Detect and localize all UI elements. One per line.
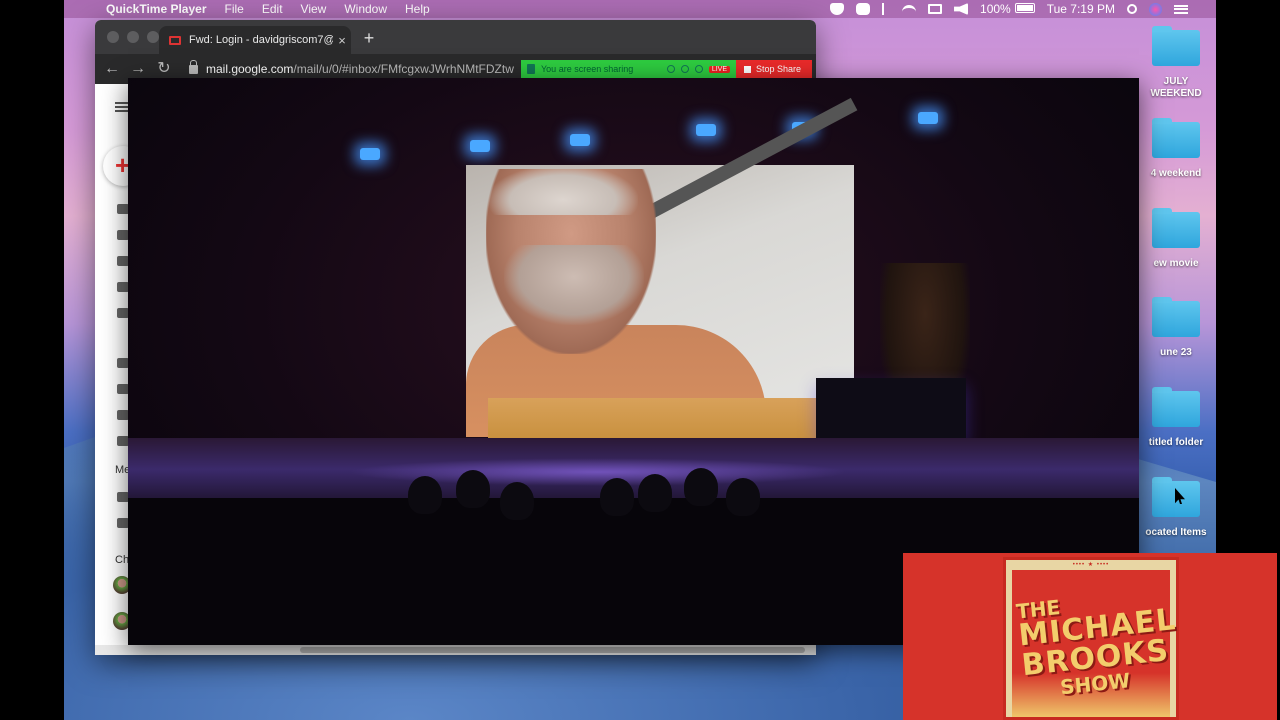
show-logo: •••• ★ •••• THE MICHAEL BROOKS SHOW (1003, 557, 1179, 720)
main-menu-icon[interactable] (115, 102, 129, 112)
folder-icon (1152, 387, 1200, 427)
shield-icon[interactable] (830, 3, 845, 15)
stage-backdrop (488, 398, 818, 438)
volume-icon[interactable] (954, 3, 969, 15)
audience-head (500, 482, 534, 520)
stage-light (570, 134, 590, 146)
battery-icon (1014, 3, 1035, 13)
desktop-folder[interactable]: ew movie (1136, 208, 1216, 270)
back-button[interactable]: ← (99, 57, 125, 81)
url-path: /mail/u/0/#inbox/FMfcgxwJWrhNMtFDZtw (293, 62, 514, 76)
projection-screen (466, 97, 858, 437)
folder-icon (1152, 118, 1200, 158)
desktop-folder[interactable]: titled folder (1136, 387, 1216, 449)
logo-inner: THE MICHAEL BROOKS SHOW (1012, 570, 1178, 717)
search-icon[interactable] (1127, 4, 1137, 14)
tab-bar: Fwd: Login - davidgriscom7@g × + (95, 20, 816, 54)
bluetooth-icon[interactable] (882, 3, 890, 15)
share-status[interactable]: You are screen sharing LIVE (521, 60, 736, 78)
folder-label: JULY WEEKEND (1150, 76, 1202, 99)
menu-bar: QuickTime Player File Edit View Window H… (64, 0, 1216, 18)
window-controls (107, 31, 159, 43)
wifi-icon[interactable] (902, 5, 917, 13)
zoom-icon[interactable] (856, 3, 871, 15)
live-badge: LIVE (708, 65, 730, 73)
audience-head (684, 468, 718, 506)
status-area: 100% Tue 7:19 PM (830, 0, 1188, 18)
stage-light (696, 124, 716, 136)
stage-light (360, 148, 380, 160)
menu-window[interactable]: Window (344, 2, 387, 16)
zoom-window-button[interactable] (147, 31, 159, 43)
folder-icon (1152, 208, 1200, 248)
audience-head (456, 470, 490, 508)
close-window-button[interactable] (107, 31, 119, 43)
desktop-folder[interactable]: 4 weekend (1136, 118, 1216, 180)
chat-heading: Ch (115, 554, 130, 566)
show-logo-overlay: •••• ★ •••• THE MICHAEL BROOKS SHOW (903, 553, 1277, 720)
new-tab-button[interactable]: + (359, 28, 379, 48)
person-hair (488, 165, 638, 215)
tab-gmail[interactable]: Fwd: Login - davidgriscom7@g × (159, 26, 351, 54)
clock[interactable]: Tue 7:19 PM (1047, 2, 1115, 16)
airplay-icon[interactable] (928, 4, 943, 14)
url-host: mail.google.com (206, 62, 294, 76)
audio-icon[interactable] (666, 65, 675, 73)
stage-light (918, 112, 938, 124)
menu-view[interactable]: View (301, 2, 327, 16)
stop-share-button[interactable]: Stop Share (736, 60, 812, 78)
menu-list-icon[interactable] (1174, 4, 1188, 14)
tab-title: Fwd: Login - davidgriscom7@g (189, 34, 333, 46)
security-icon[interactable] (694, 65, 703, 73)
apple-menu-icon[interactable] (78, 2, 90, 16)
folder-label: titled folder (1148, 437, 1204, 448)
logo-ornament: •••• ★ •••• (1072, 562, 1110, 568)
folder-label: ew movie (1153, 258, 1199, 269)
share-status-text: You are screen sharing (541, 64, 634, 74)
audience-head (726, 478, 760, 516)
stop-share-label: Stop Share (756, 64, 802, 74)
person-beard (504, 245, 644, 325)
folder-label: une 23 (1160, 347, 1192, 358)
folder-icon (1152, 297, 1200, 337)
folder-label: ocated Items (1145, 527, 1207, 538)
audience-head (638, 474, 672, 512)
screen-share-bar: You are screen sharing LIVE Stop Share (521, 60, 812, 78)
desktop-folder[interactable]: JULY WEEKEND (1136, 26, 1216, 100)
audience-head (408, 476, 442, 514)
battery-percent: 100% (980, 2, 1011, 16)
stop-icon (744, 65, 751, 73)
pause-icon[interactable] (680, 65, 689, 73)
stage-light (470, 140, 490, 152)
lock-icon (189, 59, 198, 74)
minimize-window-button[interactable] (127, 31, 139, 43)
menu-edit[interactable]: Edit (262, 2, 283, 16)
app-menu[interactable]: QuickTime Player (106, 2, 207, 16)
desktop-icons: JULY WEEKEND 4 weekend ew movie une 23 t… (1136, 26, 1216, 550)
audience-head (600, 478, 634, 516)
desktop-folder[interactable]: une 23 (1136, 297, 1216, 359)
scrollbar-thumb[interactable] (300, 647, 805, 653)
close-tab-button[interactable]: × (333, 33, 351, 48)
horizontal-scrollbar[interactable] (95, 645, 816, 655)
menu-file[interactable]: File (225, 2, 244, 16)
gmail-icon (169, 35, 181, 45)
siri-icon[interactable] (1149, 2, 1162, 16)
battery-status[interactable]: 100% (980, 2, 1035, 16)
folder-icon (1152, 26, 1200, 66)
folder-label: 4 weekend (1150, 168, 1202, 179)
stage-equipment (816, 378, 966, 438)
menu-help[interactable]: Help (405, 2, 430, 16)
logo-wordmark: THE MICHAEL BROOKS SHOW (1015, 587, 1178, 701)
drag-handle-icon[interactable] (527, 64, 535, 74)
letterbox-left (0, 0, 64, 720)
